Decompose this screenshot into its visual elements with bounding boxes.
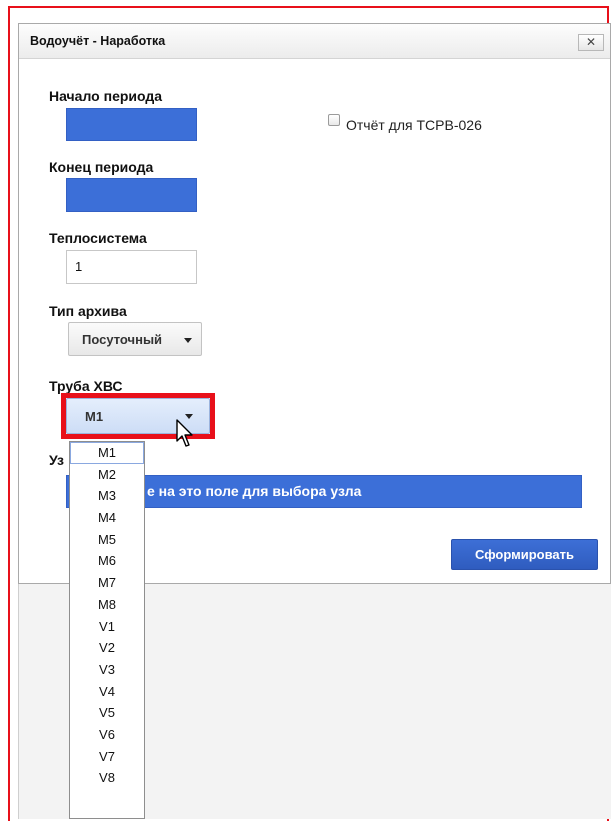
dialog-titlebar: Водоучёт - Наработка ✕: [19, 24, 610, 59]
archive-type-label: Тип архива: [49, 303, 127, 319]
pipe-option[interactable]: V3: [70, 659, 144, 681]
generate-button[interactable]: Сформировать: [451, 539, 598, 570]
pipe-option[interactable]: V2: [70, 637, 144, 659]
pipe-option[interactable]: M7: [70, 572, 144, 594]
heat-system-label: Теплосистема: [49, 230, 147, 246]
pipe-option[interactable]: V6: [70, 724, 144, 746]
pipe-option[interactable]: V8: [70, 767, 144, 789]
pipe-label: Труба ХВС: [49, 378, 123, 394]
start-period-label: Начало периода: [49, 88, 163, 104]
dialog-title: Водоучёт - Наработка: [30, 34, 166, 48]
mouse-pointer-icon: [176, 419, 193, 447]
heat-system-input[interactable]: 1: [66, 250, 197, 284]
pipe-option[interactable]: M5: [70, 529, 144, 551]
start-period-field[interactable]: [66, 108, 197, 141]
pipe-option[interactable]: M6: [70, 550, 144, 572]
pipe-option[interactable]: V1: [70, 616, 144, 638]
node-label: Уз: [49, 452, 64, 468]
close-icon: ✕: [585, 35, 597, 49]
archive-type-value: Посуточный: [82, 332, 163, 347]
pipe-option[interactable]: M2: [70, 464, 144, 486]
report-checkbox[interactable]: [328, 114, 340, 126]
pipe-option[interactable]: M8: [70, 594, 144, 616]
end-period-label: Конец периода: [49, 159, 154, 175]
pipe-option[interactable]: V5: [70, 702, 144, 724]
pipe-option[interactable]: V4: [70, 681, 144, 703]
chevron-down-icon: [184, 338, 192, 343]
archive-type-dropdown[interactable]: Посуточный: [68, 322, 202, 356]
end-period-field[interactable]: [66, 178, 197, 212]
pipe-option[interactable]: M4: [70, 507, 144, 529]
pipe-value: M1: [85, 409, 104, 424]
close-button[interactable]: ✕: [578, 34, 604, 51]
pipe-option[interactable]: M3: [70, 485, 144, 507]
pipe-option[interactable]: M1: [70, 442, 144, 464]
pipe-dropdown-list: M1 M2 M3 M4 M5 M6 M7 M8 V1 V2 V3 V4 V5 V6 V7 V8: [69, 441, 145, 819]
pipe-option[interactable]: V7: [70, 746, 144, 768]
report-checkbox-label: Отчёт для ТСРВ-026: [346, 117, 482, 133]
node-select-hint: е на это поле для выбора узла: [147, 483, 362, 499]
